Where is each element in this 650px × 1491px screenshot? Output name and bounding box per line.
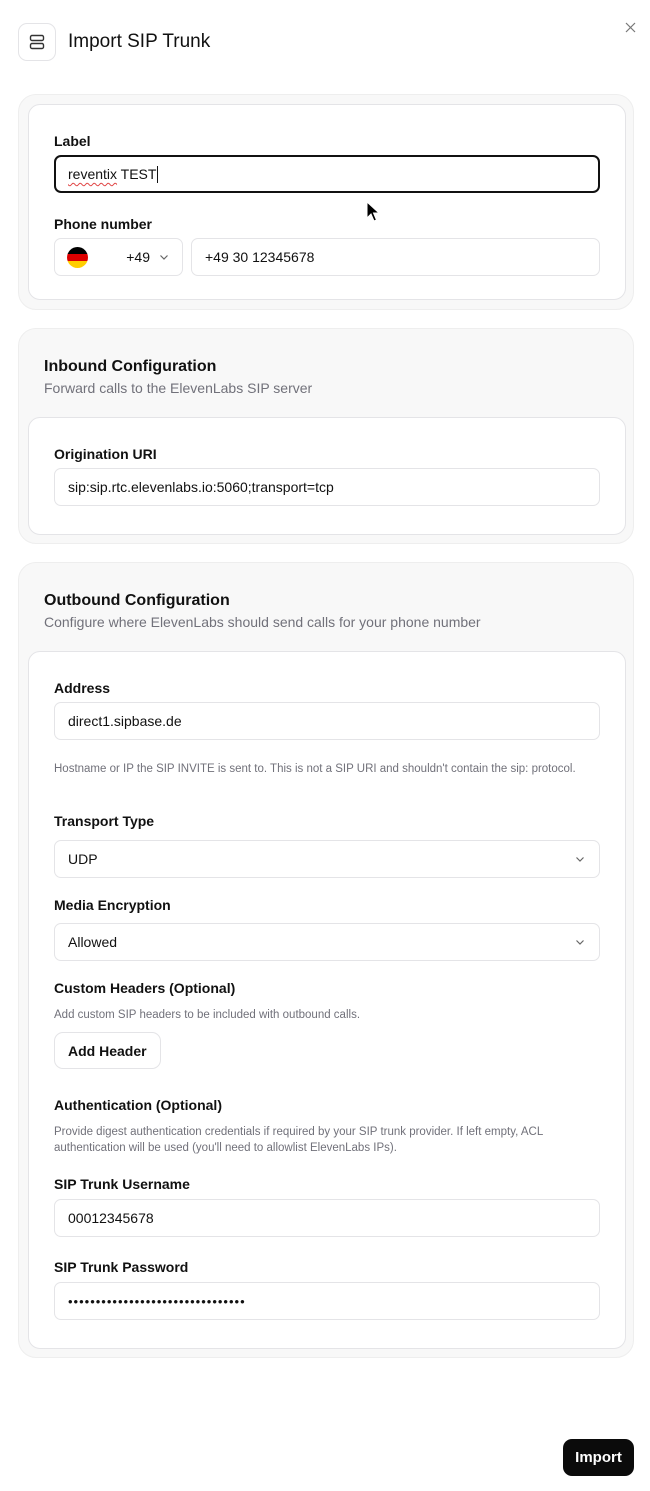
label-input[interactable]: reventix TEST [54, 155, 600, 193]
phone-number-input[interactable]: +49 30 12345678 [191, 238, 600, 276]
authentication-label: Authentication (Optional) [54, 1097, 222, 1113]
inbound-subtitle: Forward calls to the ElevenLabs SIP serv… [44, 380, 313, 396]
import-button[interactable]: Import [563, 1439, 634, 1476]
chevron-down-icon [576, 940, 584, 945]
text-caret [157, 165, 159, 183]
media-encryption-select[interactable]: Allowed [54, 923, 600, 961]
address-help-text: Hostname or IP the SIP INVITE is sent to… [54, 763, 576, 775]
server-icon [18, 23, 56, 61]
inbound-heading: Inbound Configuration Forward calls to t… [44, 357, 312, 398]
custom-headers-label: Custom Headers (Optional) [54, 980, 236, 996]
outbound-heading: Outbound Configuration Configure where E… [44, 591, 481, 632]
label-input-misspelled-word: reventix [68, 166, 118, 182]
outbound-title: Outbound Configuration [44, 592, 230, 609]
sip-username-input[interactable]: 00012345678 [54, 1199, 600, 1237]
authentication-help-text: Provide digest authentication credential… [54, 1126, 543, 1154]
sip-password-input[interactable]: •••••••••••••••••••••••••••••••• [54, 1282, 600, 1320]
phone-number-label: Phone number [54, 216, 153, 232]
custom-headers-help-text: Add custom SIP headers to be included wi… [54, 1009, 361, 1021]
label-input-rest: TEST [117, 166, 157, 182]
origination-uri-field[interactable]: sip:sip.rtc.elevenlabs.io:5060;transport… [54, 468, 600, 506]
basic-section: Label reventix TEST Phone number +49 +49… [18, 94, 634, 310]
media-encryption-label: Media Encryption [54, 897, 171, 913]
add-header-button[interactable]: Add Header [54, 1032, 161, 1069]
media-encryption-value: Allowed [68, 934, 118, 950]
inbound-title: Inbound Configuration [44, 358, 217, 375]
transport-type-value: UDP [68, 851, 98, 867]
inbound-card: Origination URI sip:sip.rtc.elevenlabs.i… [28, 417, 626, 535]
country-code-select[interactable]: +49 [54, 238, 183, 276]
chevron-down-icon [576, 857, 584, 862]
outbound-subtitle: Configure where ElevenLabs should send c… [44, 614, 481, 630]
label-field-label: Label [54, 133, 91, 149]
close-icon[interactable] [621, 18, 639, 36]
mouse-cursor-icon [366, 201, 381, 222]
transport-type-label: Transport Type [54, 813, 155, 829]
outbound-section: Outbound Configuration Configure where E… [18, 562, 634, 1358]
address-input[interactable]: direct1.sipbase.de [54, 702, 600, 740]
outbound-card: Address direct1.sipbase.de Hostname or I… [28, 651, 626, 1349]
inbound-section: Inbound Configuration Forward calls to t… [18, 328, 634, 544]
chevron-down-icon [160, 255, 168, 260]
dialog-header: Import SIP Trunk [18, 23, 210, 61]
address-label: Address [54, 680, 111, 696]
germany-flag-icon [67, 246, 88, 268]
basic-card: Label reventix TEST Phone number +49 +49… [28, 104, 626, 300]
sip-password-label: SIP Trunk Password [54, 1259, 189, 1275]
country-dial-code: +49 [126, 249, 150, 265]
dialog-title: Import SIP Trunk [68, 31, 211, 52]
sip-username-label: SIP Trunk Username [54, 1176, 190, 1192]
origination-uri-label: Origination URI [54, 446, 157, 462]
transport-type-select[interactable]: UDP [54, 840, 600, 878]
